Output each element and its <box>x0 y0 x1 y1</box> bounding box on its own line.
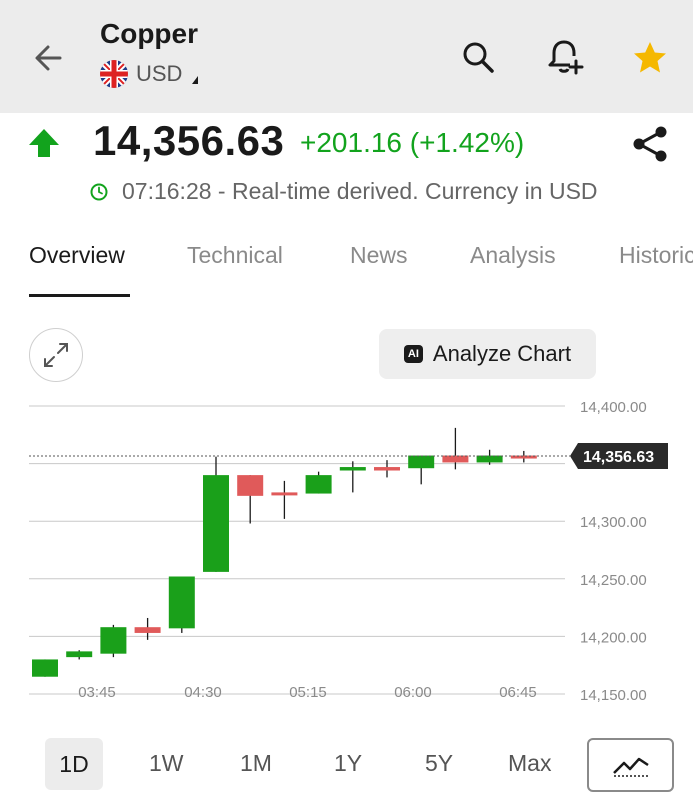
expand-chart-button[interactable] <box>29 328 83 382</box>
tab-technical[interactable]: Technical <box>187 242 283 269</box>
search-icon <box>463 42 494 73</box>
range-1d[interactable]: 1D <box>45 738 103 790</box>
bell-plus-icon <box>548 40 584 75</box>
currency-selector[interactable]: USD <box>100 60 199 88</box>
candle-up <box>476 455 503 463</box>
candle-up <box>339 467 366 471</box>
range-5y[interactable]: 5Y <box>425 750 453 777</box>
tab-historic[interactable]: Historic <box>619 242 693 269</box>
y-tick-label: 14,200.00 <box>580 629 647 646</box>
current-price-label: 14,356.63 <box>583 449 654 466</box>
tab-analysis[interactable]: Analysis <box>470 242 556 269</box>
x-tick-label: 05:15 <box>289 684 327 701</box>
expand-icon <box>44 343 68 367</box>
add-alert-button[interactable] <box>542 35 586 79</box>
chart-type-button[interactable] <box>587 738 674 792</box>
arrow-left-icon <box>35 45 62 71</box>
analyze-chart-button[interactable]: AI Analyze Chart <box>379 329 596 379</box>
x-tick-label: 06:45 <box>499 684 537 701</box>
last-price: 14,356.63 <box>93 117 285 164</box>
range-1y[interactable]: 1Y <box>334 750 362 777</box>
instrument-title: Copper <box>100 18 198 49</box>
x-tick-label: 06:00 <box>394 684 432 701</box>
candle-up <box>203 475 229 572</box>
app-header: Copper USD <box>0 0 693 113</box>
candle-down <box>374 467 400 471</box>
candle-up <box>32 659 58 677</box>
y-tick-label: 14,250.00 <box>580 572 647 589</box>
realtime-status: 07:16:28 - Real-time derived. Currency i… <box>90 178 598 205</box>
status-text: 07:16:28 - Real-time derived. Currency i… <box>122 178 598 204</box>
y-tick-label: 14,300.00 <box>580 514 647 531</box>
caret-down-icon <box>192 76 199 84</box>
candle-up <box>66 651 93 658</box>
range-max[interactable]: Max <box>508 750 551 777</box>
candle-up <box>100 627 127 654</box>
candlestick-chart[interactable]: 14,400.00 14,300.00 14,250.00 14,200.00 14,1… <box>0 390 693 720</box>
candle-up <box>305 475 332 494</box>
y-tick-label: 14,400.00 <box>580 399 647 416</box>
candle-down <box>442 455 469 463</box>
active-tab-indicator <box>29 294 130 297</box>
star-icon <box>634 42 666 73</box>
candle-down <box>237 475 264 496</box>
line-chart-icon <box>612 757 649 777</box>
section-tabs: Overview Technical News Analysis Histori… <box>0 230 693 300</box>
candle-up <box>408 455 435 469</box>
price-change: +201.16 (+1.42%) <box>300 127 525 158</box>
up-arrow-icon <box>29 129 59 157</box>
uk-flag-icon <box>100 60 128 88</box>
candle-up <box>168 576 195 629</box>
analyze-chart-label: Analyze Chart <box>432 341 572 366</box>
y-tick-label: 14,150.00 <box>580 687 647 704</box>
range-1w[interactable]: 1W <box>149 750 184 777</box>
candle-down <box>134 627 161 633</box>
quote-row: 14,356.63 +201.16 (+1.42%) <box>0 113 693 173</box>
clock-icon <box>90 183 108 200</box>
tab-overview[interactable]: Overview <box>29 242 125 269</box>
ai-badge: AI <box>403 345 423 363</box>
range-1m[interactable]: 1M <box>240 750 272 777</box>
favorite-button[interactable] <box>628 36 672 80</box>
share-button[interactable] <box>628 122 672 171</box>
x-tick-label: 03:45 <box>78 684 116 701</box>
back-button[interactable] <box>30 38 70 78</box>
x-tick-label: 04:30 <box>184 684 222 701</box>
candle-down <box>271 492 298 496</box>
search-button[interactable] <box>456 35 500 79</box>
share-icon <box>633 126 667 162</box>
time-range-selector: 1D 1W 1M 1Y 5Y Max <box>0 736 693 792</box>
currency-label: USD <box>136 61 183 86</box>
tab-news[interactable]: News <box>350 242 408 269</box>
